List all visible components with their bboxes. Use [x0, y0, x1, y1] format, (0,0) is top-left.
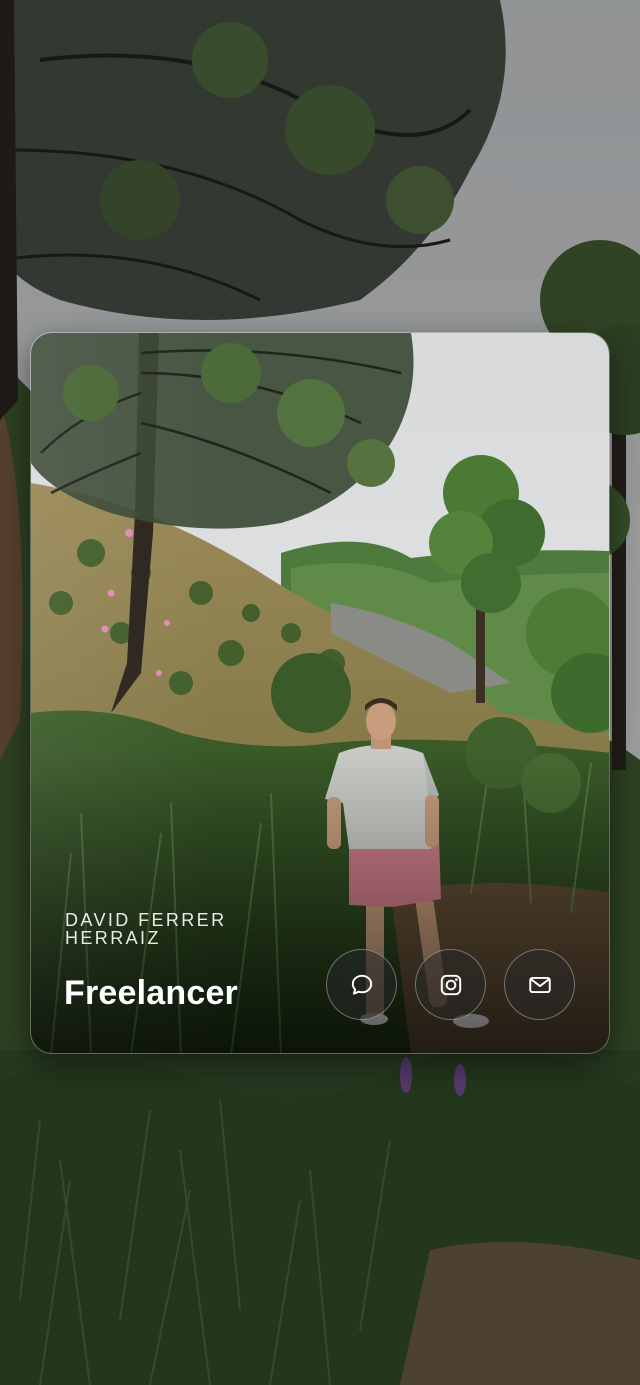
profile-card: DAVID FERRER HERRAIZ Freelancer [30, 332, 610, 1054]
profile-role-title: Freelancer [64, 974, 238, 1012]
profile-name: DAVID FERRER HERRAIZ [65, 910, 227, 948]
chat-bubble-icon [351, 974, 372, 995]
email-button[interactable] [504, 949, 575, 1020]
instagram-icon [440, 974, 461, 995]
profile-page: DAVID FERRER HERRAIZ Freelancer [0, 0, 640, 1385]
mail-icon [528, 976, 551, 993]
instagram-button[interactable] [415, 949, 486, 1020]
contact-actions [326, 949, 575, 1020]
chat-button[interactable] [326, 949, 397, 1020]
